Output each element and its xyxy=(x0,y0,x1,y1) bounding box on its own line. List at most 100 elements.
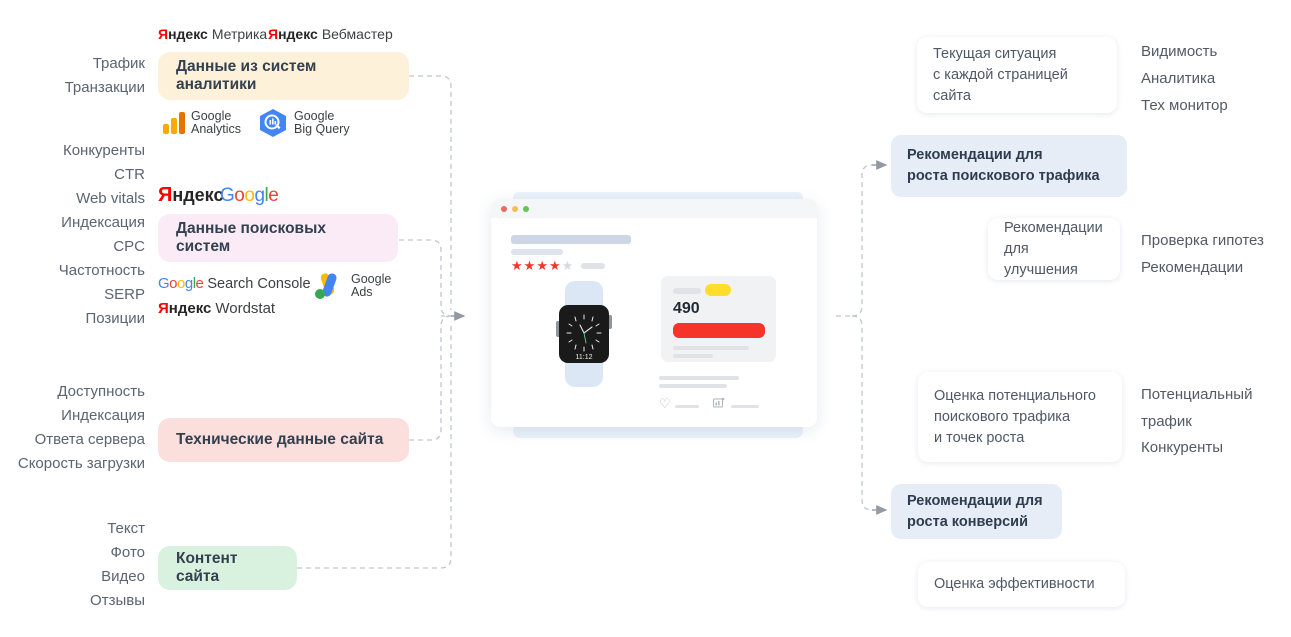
brand-line2: Ads xyxy=(351,285,373,299)
buy-button[interactable] xyxy=(673,323,765,338)
connector-analytics xyxy=(409,75,452,310)
keyword-label: Видимость xyxy=(1141,43,1218,60)
google-letter-g: G xyxy=(220,185,235,206)
metric-label: Фото xyxy=(110,544,145,561)
yandex-mark: Я xyxy=(158,300,169,317)
effectiveness-card[interactable]: Оценка эффективности xyxy=(918,562,1125,607)
search-sources-block[interactable]: Данные поисковых систем xyxy=(158,214,398,262)
product-title-placeholder xyxy=(511,235,631,244)
keyword-label: Проверка гипотез xyxy=(1141,232,1264,249)
keyword-label: Тех монитор xyxy=(1141,97,1228,114)
compare-chart-icon[interactable] xyxy=(713,397,725,412)
keyword-label: трафик xyxy=(1141,413,1192,430)
metric-label: Web vitals xyxy=(76,190,145,207)
metric-label: SERP xyxy=(104,286,145,303)
google-letter-o1: o xyxy=(234,185,245,206)
product-image-smartwatch: 11:12 xyxy=(553,281,615,387)
metric-label: Ответа сервера xyxy=(34,431,145,448)
keyword-label: Потенциальный xyxy=(1141,386,1253,403)
favorite-heart-icon[interactable]: ♡ xyxy=(659,396,671,412)
metric-label: Видео xyxy=(101,568,145,585)
yandex-mark: Я xyxy=(158,26,169,42)
product-page-browser-mockup: ★★★★★ 11:12 490 ♡ xyxy=(483,192,831,440)
google-bigquery-logo: Google Big Query xyxy=(258,108,350,138)
traffic-light-minimize-icon[interactable] xyxy=(512,205,518,212)
analytics-metrics: Трафик Транзакции xyxy=(0,52,145,100)
metric-label: Частотность xyxy=(58,262,145,279)
google-letter-o2: o xyxy=(244,185,255,206)
tech-sources-block[interactable]: Технические данные сайта xyxy=(158,418,409,462)
yandex-webmaster-logo: Яндекс Вебмастер xyxy=(268,26,393,42)
yandex-mark: Я xyxy=(158,184,173,206)
discount-badge xyxy=(705,284,731,296)
yandex-word: ндекс xyxy=(168,26,208,42)
connector-conversion-growth xyxy=(851,315,873,511)
yandex-word: ндекс xyxy=(172,185,224,205)
potential-keywords: Потенциальный трафик xyxy=(1141,381,1252,435)
review-count-placeholder xyxy=(581,263,605,269)
product-name: Метрика xyxy=(211,26,268,42)
card-line: Рекомендации для xyxy=(907,492,1043,509)
brand-line2: Analytics xyxy=(191,122,242,136)
watch-time-label: 11:12 xyxy=(576,354,593,361)
star-icon: ★ xyxy=(523,258,537,273)
google-analytics-logo: Google Analytics xyxy=(163,110,241,136)
google-ads-logo: Google Ads xyxy=(310,272,391,300)
metric-label: Трафик xyxy=(92,55,145,72)
google-analytics-icon xyxy=(163,112,185,134)
visibility-keywords: Видимость Аналитика Тех монитор xyxy=(1141,38,1228,119)
product-name: Search Console xyxy=(207,275,311,292)
analytics-sources-label: Данные из систем аналитики xyxy=(176,58,317,93)
search-metrics: Конкуренты CTR Web vitals Индексация CPC… xyxy=(0,139,145,331)
card-line: Оценка эффективности xyxy=(934,576,1095,592)
tech-sources-label: Технические данные сайта xyxy=(176,431,384,448)
rating-stars: ★★★★★ xyxy=(511,257,574,275)
traffic-light-maximize-icon[interactable] xyxy=(523,205,529,212)
metric-label: Скорость загрузки xyxy=(17,455,145,472)
product-name: Wordstat xyxy=(215,300,276,317)
price-note-line1 xyxy=(673,346,749,350)
keyword-label: Рекомендации xyxy=(1141,259,1244,276)
content-sources-block[interactable]: Контент сайта xyxy=(158,546,297,590)
conversion-growth-card[interactable]: Рекомендации для роста конверсий xyxy=(891,484,1062,539)
google-letter-g2: g xyxy=(254,185,265,206)
search-sources-label: Данные поисковых систем xyxy=(176,220,326,255)
yandex-mark: Я xyxy=(268,26,279,42)
metric-label: Доступность xyxy=(57,383,145,400)
watch-face-icon: 11:12 xyxy=(566,314,602,361)
card-line: Рекомендации xyxy=(1004,219,1103,236)
keyword-label: Аналитика xyxy=(1141,70,1216,87)
star-icon: ★ xyxy=(548,258,562,273)
card-line: Оценка потенциального xyxy=(934,387,1096,404)
yandex-wordstat-logo: Яндекс Wordstat xyxy=(158,300,275,317)
card-line: поискового трафика xyxy=(934,408,1071,425)
google-search-console-logo: Google Search Console xyxy=(158,275,311,292)
star-icon-empty: ★ xyxy=(561,258,575,273)
potential-traffic-card[interactable]: Оценка потенциального поискового трафика… xyxy=(918,372,1122,462)
hypothesis-keywords: Проверка гипотез Рекомендации xyxy=(1141,227,1264,281)
card-line: роста конверсий xyxy=(907,513,1028,530)
star-icon: ★ xyxy=(511,258,524,273)
tech-metrics: Доступность Индексация Ответа сервера Ск… xyxy=(0,380,145,476)
competitors-keywords: Конкуренты xyxy=(1141,434,1223,461)
price-label-placeholder xyxy=(673,288,701,294)
traffic-light-close-icon[interactable] xyxy=(501,205,507,212)
price-note-line2 xyxy=(673,354,713,358)
google-logo: Google xyxy=(220,185,279,207)
yandex-word: ндекс xyxy=(168,300,212,317)
improvement-recommendations-card[interactable]: Рекомендации для улучшения xyxy=(988,218,1120,280)
content-sources-label: Контент сайта xyxy=(176,550,238,585)
metric-label: Отзывы xyxy=(90,592,145,609)
card-line: Рекомендации для xyxy=(907,147,1043,163)
browser-window: ★★★★★ 11:12 490 ♡ xyxy=(491,199,817,427)
bigquery-hexagon-icon xyxy=(258,108,288,138)
metric-label: Позиции xyxy=(85,310,145,327)
star-icon: ★ xyxy=(536,258,549,273)
current-situation-card[interactable]: Текущая ситуация с каждой страницей сайт… xyxy=(917,37,1117,113)
yandex-logo: Яндекс xyxy=(158,184,223,207)
card-line: Текущая ситуация xyxy=(933,45,1057,62)
analytics-sources-block[interactable]: Данные из систем аналитики xyxy=(158,52,409,100)
google-ads-icon xyxy=(310,272,344,300)
browser-titlebar xyxy=(491,199,817,218)
search-traffic-growth-card[interactable]: Рекомендации для роста поискового трафик… xyxy=(891,135,1127,197)
